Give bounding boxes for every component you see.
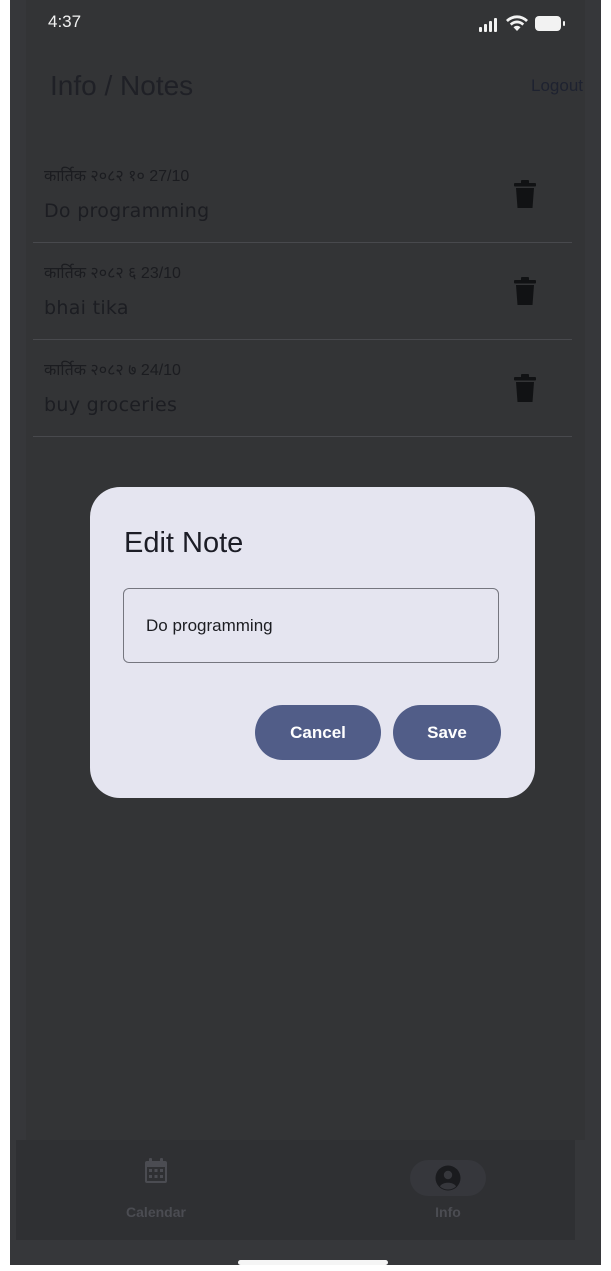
nav-label-info: Info (435, 1204, 461, 1220)
nav-item-info[interactable]: Info (388, 1156, 508, 1226)
save-button[interactable]: Save (393, 705, 501, 760)
list-item[interactable]: कार्तिक २०८२ ७ 24/10 buy groceries (33, 340, 572, 437)
cancel-button[interactable]: Cancel (255, 705, 381, 760)
note-date: कार्तिक २०८२ ६ 23/10 (44, 265, 181, 282)
battery-icon (535, 16, 565, 31)
note-date: कार्तिक २०८२ १० 27/10 (44, 168, 190, 185)
delete-icon[interactable] (514, 277, 536, 305)
dialog-title: Edit Note (124, 527, 244, 559)
note-text: bhai tika (44, 297, 129, 319)
calendar-icon (145, 1158, 167, 1183)
notes-list: कार्तिक २०८२ १० 27/10 Do programming कार… (33, 146, 572, 437)
home-indicator[interactable] (238, 1260, 388, 1265)
delete-icon[interactable] (514, 180, 536, 208)
note-text: Do programming (44, 200, 210, 222)
note-input[interactable] (123, 588, 499, 663)
page-title: Info / Notes (50, 70, 194, 101)
signal-icon (479, 18, 499, 32)
logout-button[interactable]: Logout (531, 76, 583, 96)
edit-note-dialog: Edit Note Cancel Save (90, 487, 535, 798)
wifi-icon (506, 15, 528, 31)
nav-label-calendar: Calendar (126, 1204, 186, 1220)
nav-item-calendar[interactable]: Calendar (96, 1156, 216, 1226)
bottom-nav: Calendar Info (16, 1140, 575, 1240)
note-date: कार्तिक २०८२ ७ 24/10 (44, 362, 181, 379)
status-time: 4:37 (48, 12, 82, 31)
list-item[interactable]: कार्तिक २०८२ ६ 23/10 bhai tika (33, 243, 572, 340)
account-circle-icon (435, 1165, 461, 1191)
delete-icon[interactable] (514, 374, 536, 402)
note-text: buy groceries (44, 394, 178, 416)
list-item[interactable]: कार्तिक २०८२ १० 27/10 Do programming (33, 146, 572, 243)
